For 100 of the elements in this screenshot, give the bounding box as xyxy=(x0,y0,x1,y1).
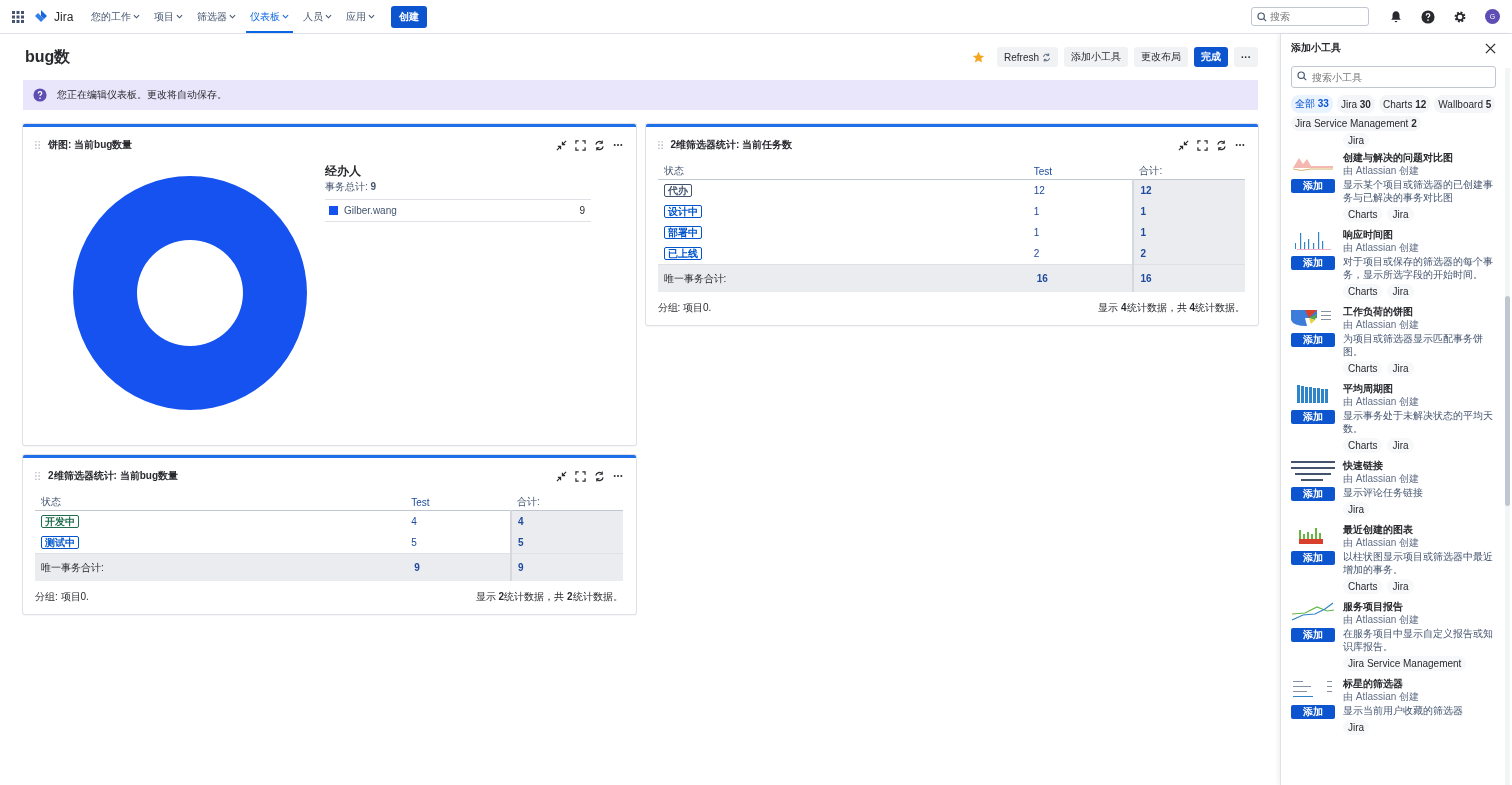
add-button[interactable]: 添加 xyxy=(1291,410,1335,424)
gadget-description: 以柱状图显示项目或筛选器中最近增加的事务。 xyxy=(1343,550,1494,576)
status-lozenge[interactable]: 代办 xyxy=(663,183,692,197)
status-lozenge[interactable]: 部署中 xyxy=(663,225,702,239)
tag: Jira xyxy=(1343,720,1370,735)
more-button[interactable]: ··· xyxy=(1234,47,1258,67)
create-button[interactable]: 创建 xyxy=(391,5,428,28)
add-button[interactable]: 添加 xyxy=(1291,333,1335,347)
tag: Jira xyxy=(1387,207,1414,222)
tag: Jira xyxy=(1343,133,1370,148)
add-button[interactable]: 添加 xyxy=(1291,628,1335,642)
tag: Charts xyxy=(1343,207,1383,222)
nav-menu[interactable]: 人员 xyxy=(299,0,337,33)
filter-chip[interactable]: Wallboard 5 xyxy=(1434,95,1496,113)
more-icon[interactable] xyxy=(612,143,623,147)
gadget-name: 服务项目报告 xyxy=(1343,601,1404,614)
caret-icon xyxy=(368,14,376,19)
add-button[interactable]: 添加 xyxy=(1291,179,1335,193)
column-header: 合计: xyxy=(516,496,540,507)
count-link[interactable]: 1 xyxy=(1033,206,1040,217)
search-field[interactable]: 搜索 xyxy=(1251,7,1369,26)
more-icon[interactable] xyxy=(1235,143,1245,147)
search-field[interactable]: 搜索小工具 xyxy=(1291,66,1496,88)
count-link[interactable]: 4 xyxy=(411,516,417,527)
gadget-title: 饼图: 当前bug数量 xyxy=(48,138,133,152)
logo-text[interactable]: Jira xyxy=(54,9,74,24)
legend-label[interactable]: Gilber.wang xyxy=(344,205,574,216)
add-button[interactable]: 添加 xyxy=(1291,551,1335,565)
settings-icon[interactable] xyxy=(1453,9,1467,24)
fullscreen-icon[interactable] xyxy=(574,470,586,482)
nav-menu[interactable]: 仪表板 xyxy=(246,0,294,33)
page-title: bug数 xyxy=(25,46,72,67)
fullscreen-icon[interactable] xyxy=(574,139,586,151)
minimize-icon[interactable] xyxy=(555,470,567,482)
status-lozenge[interactable]: 测试中 xyxy=(41,535,79,549)
close-icon[interactable] xyxy=(1485,42,1496,54)
status-lozenge[interactable]: 设计中 xyxy=(663,204,702,218)
add-button[interactable]: 添加 xyxy=(1291,256,1335,270)
gadget-author: 由 Atlassian 创建 xyxy=(1343,241,1421,254)
total-row-label: 唯一事务合计: xyxy=(663,272,727,284)
total-link[interactable]: 16 xyxy=(1140,273,1152,284)
gadget-description: 对于项目或保存的筛选器的每个事务，显示所选字段的开始时间。 xyxy=(1343,255,1494,281)
refresh-icon[interactable] xyxy=(593,139,605,151)
add-button[interactable]: 添加 xyxy=(1291,705,1335,719)
refresh-icon[interactable] xyxy=(1216,139,1227,151)
nav-menu[interactable]: 应用 xyxy=(342,0,380,33)
total-value: 9 xyxy=(370,181,377,192)
refresh-icon[interactable] xyxy=(593,470,605,482)
fullscreen-icon[interactable] xyxy=(1197,139,1208,151)
gadget-description: 在服务项目中显示自定义报告或知识库报告。 xyxy=(1343,627,1494,653)
filter-chip[interactable]: 全部 33 xyxy=(1291,95,1333,113)
count-link[interactable]: 5 xyxy=(411,537,417,548)
status-lozenge[interactable]: 已上线 xyxy=(663,246,702,260)
minimize-icon[interactable] xyxy=(1178,139,1189,151)
summary-text: 显示 4统计数据，共 4统计数据。 xyxy=(1098,301,1245,315)
gadget-author: 由 Atlassian 创建 xyxy=(1343,472,1421,485)
drag-handle-icon[interactable] xyxy=(35,141,40,149)
filter-chip[interactable]: Jira 30 xyxy=(1336,95,1375,113)
done-button[interactable]: 完成 xyxy=(1194,47,1228,67)
count-link[interactable]: 2 xyxy=(1033,248,1040,259)
total-link[interactable]: 4 xyxy=(517,516,524,527)
total-link[interactable]: 9 xyxy=(517,562,524,573)
nav-menu[interactable]: 您的工作 xyxy=(87,0,145,33)
refresh-button[interactable]: Refresh xyxy=(997,47,1058,67)
tag: Jira Service Management xyxy=(1343,656,1467,671)
help-icon[interactable] xyxy=(1421,9,1435,24)
drag-handle-icon[interactable] xyxy=(657,141,663,149)
star-icon[interactable] xyxy=(972,50,985,64)
total-link[interactable]: 2 xyxy=(1140,248,1146,259)
count-link[interactable]: 12 xyxy=(1033,185,1045,196)
filter-chip[interactable]: Jira Service Management 2 xyxy=(1291,116,1421,131)
total-link[interactable]: 12 xyxy=(1140,185,1152,196)
nav-menu[interactable]: 项目 xyxy=(150,0,188,33)
total-link[interactable]: 1 xyxy=(1140,227,1146,238)
count-link[interactable]: 16 xyxy=(1036,273,1048,284)
scrollbar[interactable] xyxy=(1505,68,1510,785)
tag: Charts xyxy=(1343,579,1383,594)
nav-menu[interactable]: 筛选器 xyxy=(193,0,241,33)
app-switcher-icon[interactable] xyxy=(12,10,24,23)
more-icon[interactable] xyxy=(612,474,623,478)
gadget-name: 响应时间图 xyxy=(1343,229,1394,242)
count-link[interactable]: 9 xyxy=(414,562,420,573)
toolbar-button[interactable]: 添加小工具 xyxy=(1064,47,1128,67)
tag: Jira xyxy=(1387,579,1414,594)
count-link[interactable]: 1 xyxy=(1033,227,1040,238)
toolbar-button[interactable]: 更改布局 xyxy=(1134,47,1188,67)
status-lozenge[interactable]: 开发中 xyxy=(41,514,79,528)
column-header: 状态 xyxy=(663,165,684,176)
notification-icon[interactable] xyxy=(1389,9,1403,24)
total-label: 事务总计: xyxy=(325,181,368,192)
total-link[interactable]: 5 xyxy=(517,537,524,548)
add-button[interactable]: 添加 xyxy=(1291,487,1335,501)
gadget-description: 显示当前用户收藏的筛选器 xyxy=(1343,704,1464,717)
caret-icon xyxy=(325,14,333,19)
minimize-icon[interactable] xyxy=(555,139,567,151)
filter-chip[interactable]: Charts 12 xyxy=(1378,95,1431,113)
total-link[interactable]: 1 xyxy=(1140,206,1146,217)
drag-handle-icon[interactable] xyxy=(35,472,40,480)
gadget-description: 为项目或筛选器显示匹配事务饼图。 xyxy=(1343,332,1484,358)
tag: Jira xyxy=(1387,361,1414,376)
